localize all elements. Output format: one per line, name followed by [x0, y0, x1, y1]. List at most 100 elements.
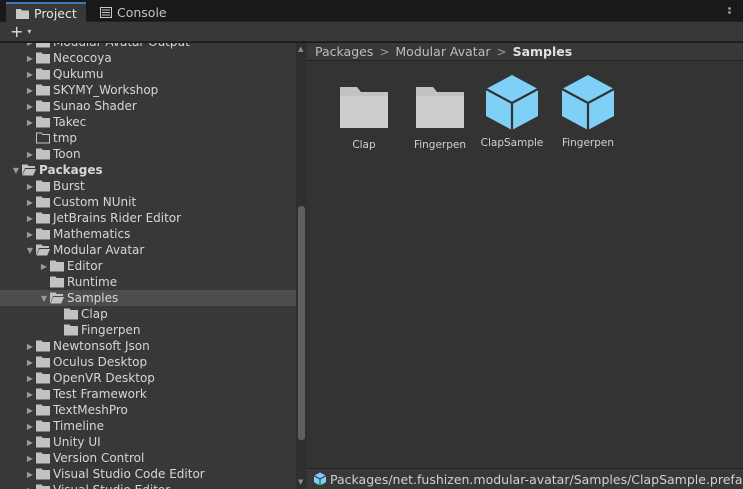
expand-arrow-icon[interactable]: ▶	[24, 450, 36, 466]
asset-browser: Packages > Modular Avatar > Samples Clap…	[307, 43, 743, 489]
tree-item[interactable]: tmp	[0, 130, 296, 146]
tree-item[interactable]: ▶ Qukumu	[0, 66, 296, 82]
more-options-icon[interactable]	[725, 7, 735, 17]
tree-item[interactable]: ▶ Test Framework	[0, 386, 296, 402]
tree-item[interactable]: ▶ Burst	[0, 178, 296, 194]
expand-arrow-icon[interactable]: ▶	[24, 43, 36, 50]
expand-arrow-icon[interactable]: ▶	[24, 466, 36, 482]
tree-item[interactable]: Clap	[0, 306, 296, 322]
expand-arrow-icon[interactable]: ▶	[24, 434, 36, 450]
tree-item[interactable]: ▶ Visual Studio Editor	[0, 482, 296, 489]
tab-project[interactable]: Project	[6, 2, 86, 23]
expand-arrow-icon[interactable]: ▶	[24, 194, 36, 210]
asset-prefab[interactable]: Fingerpen	[553, 73, 623, 157]
tree-scrollbar[interactable]: ▲ ▼	[296, 43, 307, 489]
tree-item[interactable]: ▶ Modular Avatar Output	[0, 43, 296, 50]
tree-item[interactable]: ▼ Samples	[0, 290, 296, 306]
tree-item[interactable]: ▶ Sunao Shader	[0, 98, 296, 114]
tree-item[interactable]: ▼ Modular Avatar	[0, 242, 296, 258]
expand-arrow-icon[interactable]: ▶	[24, 82, 36, 98]
folder-icon	[36, 100, 50, 112]
tab-project-label: Project	[34, 6, 77, 21]
scroll-down-icon[interactable]: ▼	[298, 478, 303, 486]
scroll-up-icon[interactable]: ▲	[298, 45, 303, 53]
asset-prefab[interactable]: ClapSample	[477, 73, 547, 157]
tree-item[interactable]: ▶ TextMeshPro	[0, 402, 296, 418]
tree-item[interactable]: ▶ Version Control	[0, 450, 296, 466]
expand-arrow-icon[interactable]: ▶	[24, 226, 36, 242]
scrollbar-thumb[interactable]	[298, 206, 305, 440]
tree-item[interactable]: ▼ Packages	[0, 162, 296, 178]
folder-icon	[36, 468, 50, 480]
folder-icon	[36, 228, 50, 240]
folder-icon	[36, 388, 50, 400]
folder-icon	[36, 148, 50, 160]
expand-arrow-icon[interactable]: ▶	[24, 66, 36, 82]
expand-arrow-icon[interactable]: ▶	[24, 482, 36, 489]
asset-name: Fingerpen	[561, 137, 615, 149]
expand-arrow-icon[interactable]: ▶	[24, 418, 36, 434]
expand-arrow-icon[interactable]: ▶	[24, 210, 36, 226]
arrow-spacer	[24, 130, 36, 146]
tree-item-label: Visual Studio Code Editor	[53, 467, 205, 481]
folder-icon	[64, 308, 78, 320]
tree-item-label: Packages	[39, 163, 103, 177]
folder-icon	[36, 372, 50, 384]
tree-item[interactable]: ▶ Necocoya	[0, 50, 296, 66]
tree-item[interactable]: ▶ Toon	[0, 146, 296, 162]
tree-item[interactable]: ▶ SKYMY_Workshop	[0, 82, 296, 98]
folder-icon	[36, 68, 50, 80]
tree-item[interactable]: ▶ Takec	[0, 114, 296, 130]
expand-arrow-icon[interactable]: ▶	[24, 50, 36, 66]
expand-arrow-icon[interactable]: ▶	[24, 114, 36, 130]
tree-item[interactable]: Fingerpen	[0, 322, 296, 338]
tree-item-label: Qukumu	[53, 67, 104, 81]
collapse-arrow-icon[interactable]: ▼	[24, 242, 36, 258]
tree-item[interactable]: ▶ Mathematics	[0, 226, 296, 242]
tree-item[interactable]: ▶ Custom NUnit	[0, 194, 296, 210]
breadcrumb-item-samples[interactable]: Samples	[511, 44, 575, 59]
tree-item[interactable]: ▶ Timeline	[0, 418, 296, 434]
folder-icon	[36, 43, 50, 48]
tree-item[interactable]: ▶ Oculus Desktop	[0, 354, 296, 370]
tree-item-label: Burst	[53, 179, 85, 193]
folder-open-icon	[50, 292, 64, 304]
folder-icon	[336, 73, 392, 131]
expand-arrow-icon[interactable]: ▶	[24, 402, 36, 418]
tree-item-label: Modular Avatar	[53, 243, 145, 257]
expand-arrow-icon[interactable]: ▶	[38, 258, 50, 274]
asset-folder[interactable]: Clap	[329, 73, 399, 157]
tree-item[interactable]: ▶ JetBrains Rider Editor	[0, 210, 296, 226]
breadcrumb-item-packages[interactable]: Packages	[313, 44, 375, 59]
tree-item[interactable]: ▶ OpenVR Desktop	[0, 370, 296, 386]
expand-arrow-icon[interactable]: ▶	[24, 370, 36, 386]
tree-item-label: Unity UI	[53, 435, 101, 449]
collapse-arrow-icon[interactable]: ▼	[10, 162, 22, 178]
chevron-down-icon: ▾	[27, 27, 32, 36]
tree-item-label: tmp	[53, 131, 78, 145]
folder-icon	[36, 436, 50, 448]
tree-item[interactable]: ▶ Newtonsoft Json	[0, 338, 296, 354]
tab-console[interactable]: Console	[90, 2, 170, 22]
expand-arrow-icon[interactable]: ▶	[24, 178, 36, 194]
tree-item-label: Custom NUnit	[53, 195, 137, 209]
expand-arrow-icon[interactable]: ▶	[24, 386, 36, 402]
expand-arrow-icon[interactable]: ▶	[24, 98, 36, 114]
collapse-arrow-icon[interactable]: ▼	[38, 290, 50, 306]
tree-item-label: JetBrains Rider Editor	[53, 211, 182, 225]
tree-item[interactable]: Runtime	[0, 274, 296, 290]
tree-item-label: Mathematics	[53, 227, 131, 241]
console-icon	[100, 6, 112, 18]
breadcrumb-item-modular-avatar[interactable]: Modular Avatar	[393, 44, 492, 59]
expand-arrow-icon[interactable]: ▶	[24, 146, 36, 162]
tree-item[interactable]: ▶ Editor	[0, 258, 296, 274]
folder-icon	[412, 73, 468, 131]
create-asset-button[interactable]: + ▾	[10, 23, 42, 41]
folder-open-icon	[22, 164, 36, 176]
asset-name: Clap	[352, 139, 376, 151]
expand-arrow-icon[interactable]: ▶	[24, 338, 36, 354]
asset-folder[interactable]: Fingerpen	[405, 73, 475, 157]
tree-item[interactable]: ▶ Visual Studio Code Editor	[0, 466, 296, 482]
tree-item[interactable]: ▶ Unity UI	[0, 434, 296, 450]
expand-arrow-icon[interactable]: ▶	[24, 354, 36, 370]
